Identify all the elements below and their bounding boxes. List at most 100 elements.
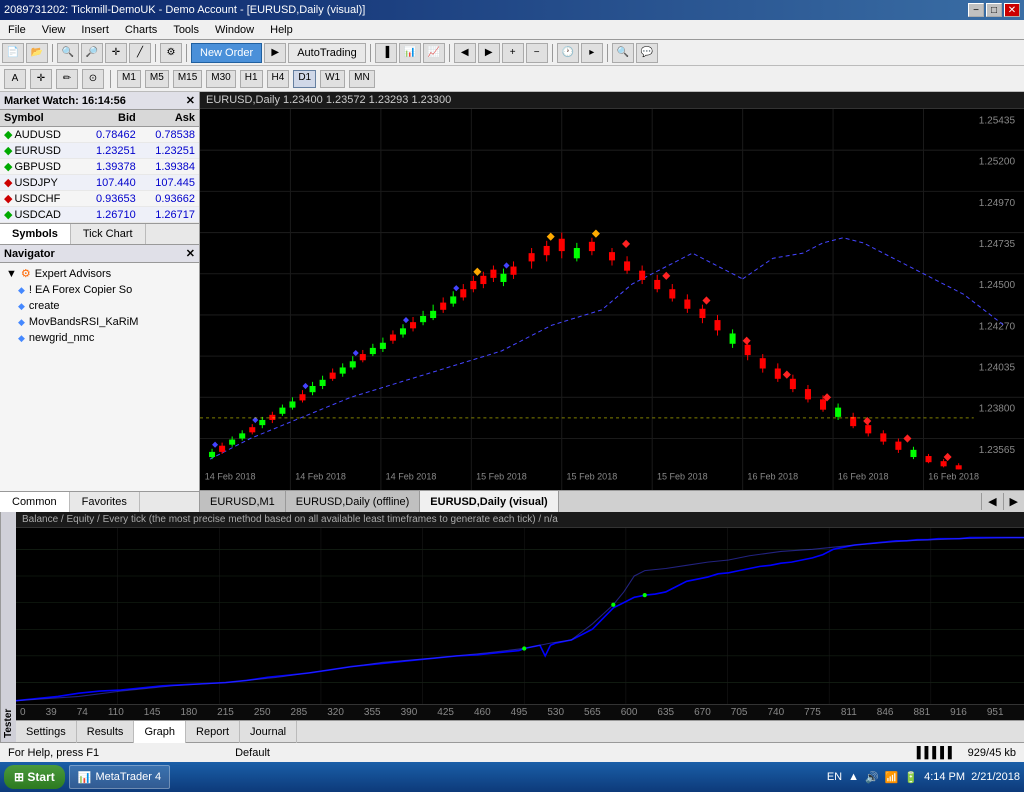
market-watch-row[interactable]: ◆AUDUSD 0.78462 0.78538: [0, 127, 199, 143]
market-watch-title: Market Watch: 16:14:56: [4, 95, 126, 107]
start-button[interactable]: ⊞ Start: [4, 765, 65, 789]
nav-movbands[interactable]: ◆ MovBandsRSI_KaRiM: [2, 314, 197, 330]
x-215: 215: [217, 707, 234, 718]
tf-mn[interactable]: MN: [349, 70, 375, 88]
tf-m15[interactable]: M15: [173, 70, 202, 88]
menu-help[interactable]: Help: [262, 22, 301, 38]
more-button[interactable]: ▸: [581, 43, 603, 63]
zoom-out-button[interactable]: 🔎: [81, 43, 103, 63]
tester-tab-settings[interactable]: Settings: [16, 721, 77, 743]
nav-ea-forex-copier-label: ! EA Forex Copier So: [29, 284, 132, 296]
menu-file[interactable]: File: [0, 22, 34, 38]
menu-tools[interactable]: Tools: [165, 22, 207, 38]
svg-text:1.24970: 1.24970: [979, 198, 1016, 209]
period-button[interactable]: ⊙: [82, 69, 104, 89]
tester-tab-journal[interactable]: Journal: [240, 721, 297, 743]
bid-cell: 0.93653: [81, 191, 140, 207]
experts-button[interactable]: ▶: [264, 43, 286, 63]
cursor-button[interactable]: A: [4, 69, 26, 89]
minimize-button[interactable]: −: [968, 3, 984, 17]
tester-tab-graph[interactable]: Graph: [134, 721, 186, 743]
nav-create[interactable]: ◆ create: [2, 298, 197, 314]
crosshair2-button[interactable]: ✛: [30, 69, 52, 89]
ea-icon: ⚙: [21, 267, 31, 280]
nav-create-icon: ◆: [18, 301, 25, 312]
navigator-close[interactable]: ✕: [186, 247, 195, 260]
menu-window[interactable]: Window: [207, 22, 262, 38]
candle-button[interactable]: 📊: [399, 43, 421, 63]
chart-tab-eurusd-daily-visual[interactable]: EURUSD,Daily (visual): [420, 491, 558, 513]
market-watch-row[interactable]: ◆EURUSD 1.23251 1.23251: [0, 143, 199, 159]
tf-m5[interactable]: M5: [145, 70, 169, 88]
menu-bar: File View Insert Charts Tools Window Hel…: [0, 20, 1024, 40]
new-order-button[interactable]: New Order: [191, 43, 262, 63]
nav-tab-favorites[interactable]: Favorites: [70, 492, 140, 512]
market-watch-row[interactable]: ◆USDJPY 107.440 107.445: [0, 175, 199, 191]
tester-tab-report[interactable]: Report: [186, 721, 240, 743]
tf-m1[interactable]: M1: [117, 70, 141, 88]
market-watch-row[interactable]: ◆USDCHF 0.93653 0.93662: [0, 191, 199, 207]
chart-tab-prev[interactable]: ◀: [981, 493, 1002, 510]
market-watch-close[interactable]: ✕: [186, 94, 195, 107]
title-bar-controls[interactable]: − □ ✕: [968, 3, 1020, 17]
tester-label[interactable]: Tester: [0, 512, 16, 742]
tf-h1[interactable]: H1: [240, 70, 263, 88]
open-button[interactable]: 📂: [26, 43, 48, 63]
autotrading-button[interactable]: AutoTrading: [288, 43, 366, 63]
tf-h4[interactable]: H4: [267, 70, 290, 88]
symbol-cell: ◆USDCHF: [0, 191, 81, 207]
tf-w1[interactable]: W1: [320, 70, 345, 88]
x-811: 811: [841, 707, 857, 718]
tester-tab-results[interactable]: Results: [77, 721, 135, 743]
nav-ea-forex-copier[interactable]: ◆ ! EA Forex Copier So: [2, 282, 197, 298]
status-center: Default: [235, 747, 270, 759]
nav-expert-advisors[interactable]: ▼ ⚙ Expert Advisors: [2, 265, 197, 282]
market-watch-row[interactable]: ◆GBPUSD 1.39378 1.39384: [0, 159, 199, 175]
tf-d1[interactable]: D1: [293, 70, 316, 88]
nav-tab-common[interactable]: Common: [0, 492, 70, 512]
menu-insert[interactable]: Insert: [73, 22, 117, 38]
col-symbol: Symbol: [0, 110, 81, 127]
scroll-left-button[interactable]: ◀: [454, 43, 476, 63]
nav-movbands-icon: ◆: [18, 317, 25, 328]
restore-button[interactable]: □: [986, 3, 1002, 17]
taskbar-right: EN ▲ 🔊 📶 🔋 4:14 PM 2/21/2018: [827, 771, 1020, 784]
chart-tab-eurusd-m1[interactable]: EURUSD,M1: [200, 491, 286, 513]
bar-chart-button[interactable]: ▐: [375, 43, 397, 63]
tab-tick-chart[interactable]: Tick Chart: [71, 224, 146, 244]
chart-tab-next[interactable]: ▶: [1003, 493, 1024, 510]
crosshair-button[interactable]: ✛: [105, 43, 127, 63]
bid-cell: 1.39378: [81, 159, 140, 175]
chart-tab-eurusd-daily-offline[interactable]: EURUSD,Daily (offline): [286, 491, 421, 513]
toolbar-sep-1: [52, 44, 53, 62]
taskbar-app-metatrader[interactable]: 📊 MetaTrader 4: [69, 765, 170, 789]
scroll-right-button[interactable]: ▶: [478, 43, 500, 63]
market-watch-row[interactable]: ◆USDCAD 1.26710 1.26717: [0, 207, 199, 223]
properties-button[interactable]: ⚙: [160, 43, 182, 63]
x-355: 355: [364, 707, 381, 718]
tab-symbols[interactable]: Symbols: [0, 224, 71, 244]
zoom-bar-out[interactable]: −: [526, 43, 548, 63]
tf-m30[interactable]: M30: [206, 70, 235, 88]
zoom-in-button[interactable]: 🔍: [57, 43, 79, 63]
svg-text:1.24270: 1.24270: [979, 321, 1016, 332]
market-watch-header: Market Watch: 16:14:56 ✕: [0, 92, 199, 110]
line-chart-button[interactable]: 📈: [423, 43, 445, 63]
chart-area[interactable]: 1.25435 1.25200 1.24970 1.24735 1.24500 …: [200, 109, 1024, 490]
x-775: 775: [804, 707, 821, 718]
svg-text:14 Feb 2018: 14 Feb 2018: [386, 472, 437, 482]
svg-text:1.23800: 1.23800: [979, 404, 1016, 415]
menu-charts[interactable]: Charts: [117, 22, 165, 38]
draw-button[interactable]: ✏: [56, 69, 78, 89]
line-button[interactable]: ╱: [129, 43, 151, 63]
menu-view[interactable]: View: [34, 22, 74, 38]
nav-newgrid[interactable]: ◆ newgrid_nmc: [2, 330, 197, 346]
close-button[interactable]: ✕: [1004, 3, 1020, 17]
zoom-bar-in[interactable]: +: [502, 43, 524, 63]
clock-button[interactable]: 🕐: [557, 43, 579, 63]
toolbar-sep-5: [449, 44, 450, 62]
comment-button[interactable]: 💬: [636, 43, 658, 63]
new-chart-button[interactable]: 📄: [2, 43, 24, 63]
search-button[interactable]: 🔍: [612, 43, 634, 63]
x-74: 74: [77, 707, 88, 718]
